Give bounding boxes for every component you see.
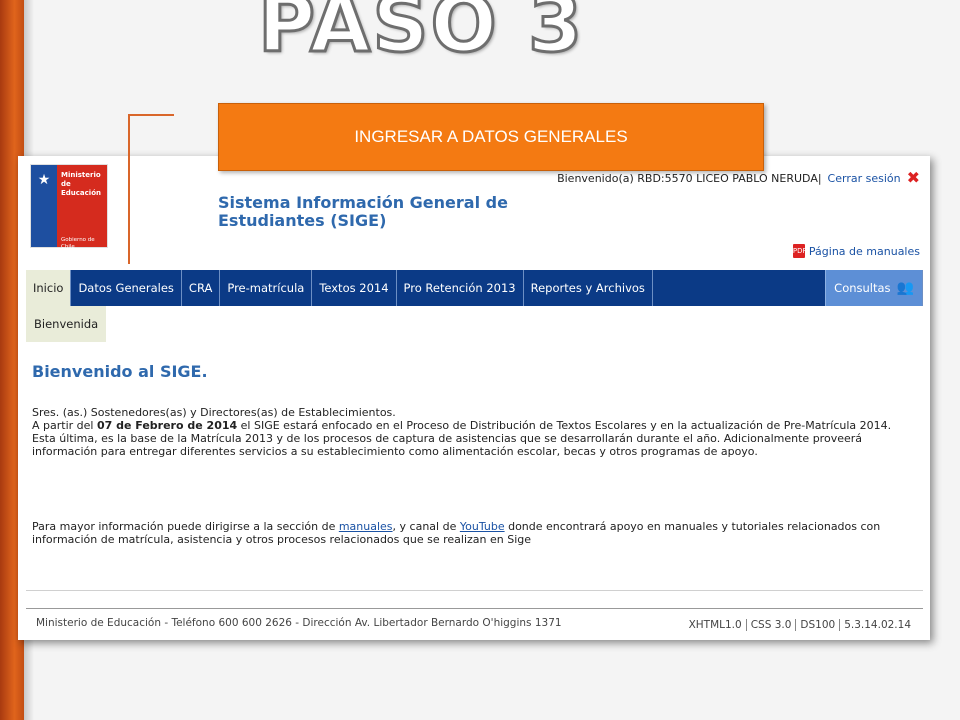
youtube-link[interactable]: YouTube	[460, 520, 505, 533]
close-icon[interactable]: ✖	[907, 170, 920, 186]
nav-consultas-label: Consultas	[834, 281, 891, 295]
nav-item-consultas[interactable]: Consultas 👥	[825, 270, 923, 306]
footer-badges: XHTML1.0 CSS 3.0 DS100 5.3.14.02.14	[685, 619, 915, 631]
ministry-logo: ★ Ministerio de Educación Gobierno de Ch…	[30, 164, 108, 250]
nav-item-textos-2014[interactable]: Textos 2014	[312, 270, 397, 306]
sige-screenshot: ★ Ministerio de Educación Gobierno de Ch…	[18, 156, 930, 640]
nav-item-pro-retencion-2013[interactable]: Pro Retención 2013	[397, 270, 524, 306]
footer-badge-xhtml: XHTML1.0	[688, 619, 742, 631]
nav-item-reportes-archivos[interactable]: Reportes y Archivos	[524, 270, 653, 306]
callout-connector-line-vertical	[128, 114, 130, 264]
intro-date: 07 de Febrero de 2014	[96, 419, 238, 432]
user-info-text: Bienvenido(a) RBD:5570 LICEO PABLO NERUD…	[557, 171, 822, 185]
nav-item-datos-generales[interactable]: Datos Generales	[71, 270, 182, 306]
nav-item-inicio[interactable]: Inicio	[26, 270, 72, 306]
star-icon: ★	[37, 172, 51, 188]
info-pre: Para mayor información puede dirigirse a…	[32, 520, 339, 533]
footer-version: 5.3.14.02.14	[839, 619, 915, 631]
logo-blue-band: ★	[31, 165, 57, 247]
footer-contact: Ministerio de Educación - Teléfono 600 6…	[36, 617, 562, 629]
user-info-bar: Bienvenido(a) RBD:5570 LICEO PABLO NERUD…	[557, 170, 920, 186]
welcome-heading: Bienvenido al SIGE.	[32, 362, 208, 381]
users-icon: 👥	[896, 280, 914, 296]
callout-connector-line	[128, 114, 174, 116]
intro-body-pre: A partir del	[32, 419, 97, 432]
pdf-icon: PDF	[792, 244, 807, 258]
intro-paragraph: Sres. (as.) Sostenedores(as) y Directore…	[32, 406, 912, 458]
content-divider	[26, 590, 923, 591]
subnav-item-bienvenida[interactable]: Bienvenida	[26, 306, 106, 342]
nav-item-cra[interactable]: CRA	[182, 270, 221, 306]
nav-item-pre-matricula[interactable]: Pre-matrícula	[220, 270, 313, 306]
manuals-link-label: Página de manuales	[808, 244, 920, 258]
slide-title: PASO 3	[256, 0, 585, 70]
intro-body: A partir del 07 de Febrero de 2014 el SI…	[32, 419, 912, 458]
callout-box: INGRESAR A DATOS GENERALES	[218, 103, 764, 171]
logout-link[interactable]: Cerrar sesión	[828, 172, 901, 185]
info-paragraph: Para mayor información puede dirigirse a…	[32, 520, 912, 546]
main-nav: Inicio Datos Generales CRA Pre-matrícula…	[26, 270, 923, 306]
logo-government-text: Gobierno de Chile	[61, 237, 95, 250]
app-title: Sistema Información General de Estudiant…	[218, 193, 508, 230]
manuals-link[interactable]: PDF Página de manuales	[792, 244, 920, 258]
callout-text: INGRESAR A DATOS GENERALES	[354, 127, 628, 146]
manuales-link[interactable]: manuales	[339, 520, 393, 533]
info-mid: , y canal de	[392, 520, 460, 533]
footer-badge-ds100: DS100	[795, 619, 839, 631]
logo-ministry-text: Ministerio de Educación	[61, 171, 101, 197]
intro-greeting: Sres. (as.) Sostenedores(as) y Directore…	[32, 406, 396, 419]
footer-badge-css: CSS 3.0	[745, 619, 796, 631]
footer: Ministerio de Educación - Teléfono 600 6…	[26, 608, 923, 639]
